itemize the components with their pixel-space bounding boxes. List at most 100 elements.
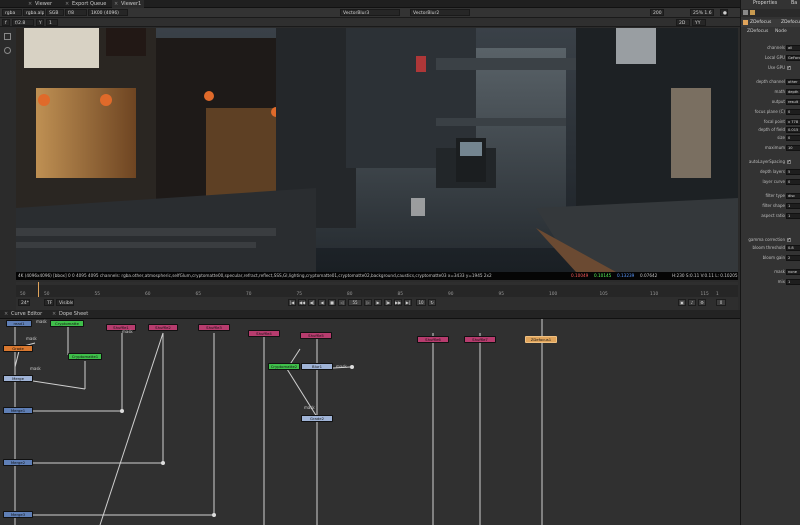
property-checkbox[interactable] xyxy=(787,236,791,244)
dot-node[interactable] xyxy=(161,461,165,465)
node-merge1[interactable]: Merge1 xyxy=(3,407,33,414)
node-zdefocus1[interactable]: ZDefocus1 xyxy=(525,336,557,343)
tab-viewer1[interactable]: × Viewer1 xyxy=(112,0,145,8)
playhead[interactable] xyxy=(38,282,39,297)
node-merge3[interactable]: Merge3 xyxy=(3,511,33,518)
property-value[interactable]: disc xyxy=(786,193,800,199)
lock-icon[interactable] xyxy=(743,10,748,15)
property-value[interactable]: 0.8 xyxy=(786,245,800,251)
lock-icon[interactable]: ● xyxy=(720,9,728,16)
prev-keyframe-icon[interactable]: ◀◀ xyxy=(298,299,306,306)
y-value-field[interactable]: 1 xyxy=(46,19,58,26)
fov-button[interactable]: YY xyxy=(692,19,706,26)
property-value[interactable]: none xyxy=(786,269,800,275)
dot-node[interactable] xyxy=(212,513,216,517)
property-value[interactable]: GeForce xyxy=(786,55,800,61)
close-icon[interactable]: × xyxy=(28,0,32,8)
subtab-node[interactable]: Node xyxy=(775,29,787,34)
node-color-icon[interactable] xyxy=(743,20,748,25)
tab-export-queue[interactable]: × Export Queue xyxy=(63,0,109,8)
close-icon[interactable]: × xyxy=(114,0,118,8)
roi-button[interactable]: 2D xyxy=(676,19,690,26)
stop-icon[interactable]: ■ xyxy=(328,299,336,306)
property-checkbox[interactable] xyxy=(787,158,791,166)
tab-curve-editor[interactable]: × Curve Editor xyxy=(2,310,45,319)
property-value[interactable]: 0 xyxy=(786,109,800,115)
property-value[interactable]: x 778 xyxy=(786,119,800,125)
last-frame-icon[interactable]: ▶| xyxy=(404,299,412,306)
node-merge2[interactable]: Merge2 xyxy=(3,459,33,466)
property-value[interactable]: 2 xyxy=(786,255,800,261)
node-shuffle3[interactable]: Shuffle3 xyxy=(198,324,230,331)
close-icon[interactable]: × xyxy=(52,310,56,318)
end-value-field[interactable]: 0 xyxy=(716,299,726,306)
close-icon[interactable]: × xyxy=(65,0,69,8)
property-value[interactable]: depth xyxy=(786,89,800,95)
clear-icon[interactable] xyxy=(750,10,755,15)
property-value[interactable]: all xyxy=(786,45,800,51)
proxy-select[interactable]: 1K00 (4096) xyxy=(88,9,128,16)
close-icon[interactable]: × xyxy=(4,310,8,318)
node-grade[interactable]: Grade xyxy=(3,345,33,352)
visible-field[interactable]: Visible xyxy=(56,299,74,306)
tf-field[interactable]: TF xyxy=(44,299,54,306)
color-picker-icon[interactable] xyxy=(4,47,11,54)
gain-field[interactable]: f/8 xyxy=(65,9,87,16)
step-field[interactable]: 10 xyxy=(416,299,426,306)
node-name-2[interactable]: ZDefocu xyxy=(781,19,800,27)
input-a-select[interactable]: VectorBlur3 xyxy=(340,9,400,16)
zoom-select[interactable]: 200 xyxy=(650,9,664,16)
dot-node[interactable] xyxy=(350,365,354,369)
property-checkbox[interactable] xyxy=(787,64,791,72)
tab-viewer[interactable]: × Viewer xyxy=(26,0,55,8)
settings-icon[interactable]: ⚙ xyxy=(698,299,706,306)
frame-ruler[interactable]: 50 1 50 55 60 65 70 75 80 85 90 95 100 105 110 115 xyxy=(16,285,738,297)
node-shuffle5[interactable]: Shuffle5 xyxy=(300,332,332,339)
node-shuffle4[interactable]: Shuffle4 xyxy=(248,330,280,337)
node-read1[interactable]: read1 xyxy=(6,320,32,327)
audio-icon[interactable]: ♪ xyxy=(688,299,696,306)
property-value[interactable]: 1 xyxy=(786,203,800,209)
next-keyframe-icon[interactable]: ▶▶ xyxy=(394,299,402,306)
prev-icon[interactable]: ◁ xyxy=(338,299,346,306)
roi-icon[interactable] xyxy=(4,33,11,40)
next-icon[interactable]: ▷ xyxy=(364,299,372,306)
property-value[interactable]: other xyxy=(786,79,800,85)
dot-node[interactable] xyxy=(120,409,124,413)
node-shuffle2[interactable]: Shuffle2 xyxy=(148,324,178,331)
property-value[interactable]: 5 xyxy=(786,169,800,175)
play-icon[interactable]: ▶ xyxy=(374,299,382,306)
property-value[interactable]: 0.015 xyxy=(786,127,800,133)
tab-other[interactable]: Ba xyxy=(789,0,799,8)
node-cryptomatte2[interactable]: Cryptomatte2 xyxy=(268,363,300,370)
property-value[interactable]: 10 xyxy=(786,145,800,151)
node-grade2[interactable]: Grade2 xyxy=(301,415,333,422)
node-blur1[interactable]: Blur1 xyxy=(301,363,333,370)
cache-icon[interactable]: ▣ xyxy=(678,299,686,306)
property-value[interactable]: 0 xyxy=(786,179,800,185)
subtab-zdefocus[interactable]: ZDefocus xyxy=(747,29,768,34)
frame-value-field[interactable]: f/2.8 xyxy=(12,19,34,26)
colorspace-select[interactable]: SGB xyxy=(46,9,64,16)
first-frame-icon[interactable]: |◀ xyxy=(288,299,296,306)
property-value[interactable]: 0 xyxy=(786,135,800,141)
layer-select[interactable]: rgba.alp xyxy=(23,9,45,16)
viewer-image[interactable] xyxy=(16,28,738,272)
prev-frame-icon[interactable]: ◀| xyxy=(308,299,316,306)
node-shuffle7[interactable]: Shuffle7 xyxy=(464,336,496,343)
input-b-select[interactable]: VectorBlur2 xyxy=(410,9,470,16)
property-value[interactable]: 1 xyxy=(786,213,800,219)
node-name[interactable]: ZDefocus xyxy=(750,19,771,27)
timeline[interactable]: 50 1 50 55 60 65 70 75 80 85 90 95 100 105 110 115 24… xyxy=(16,282,738,310)
node-cryptomatte1[interactable]: Cryptomatte1 xyxy=(68,353,102,360)
play-backward-icon[interactable]: ◀ xyxy=(318,299,326,306)
property-value[interactable]: 1 xyxy=(786,279,800,285)
node-graph[interactable]: read1 Cryptomatte Grade Cryptomatte1 Mer… xyxy=(0,319,740,525)
node-merge[interactable]: Merge xyxy=(3,375,33,382)
current-frame-field[interactable]: 55 xyxy=(348,299,362,306)
tab-dope-sheet[interactable]: × Dope Sheet xyxy=(50,310,91,319)
node-cryptomatte[interactable]: Cryptomatte xyxy=(50,320,84,327)
node-shuffle6[interactable]: Shuffle6 xyxy=(417,336,449,343)
fps-field[interactable]: 24* xyxy=(18,299,30,306)
property-value[interactable]: result xyxy=(786,99,800,105)
